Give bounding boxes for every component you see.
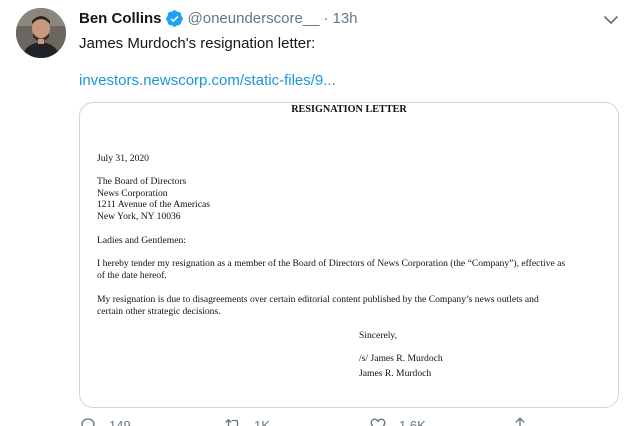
media-card[interactable]: RESIGNATION LETTER July 31, 2020 The Boa… bbox=[79, 102, 619, 408]
share-button[interactable] bbox=[511, 416, 529, 426]
separator-dot: · bbox=[323, 9, 329, 27]
letter-paragraph-line: certain other strategic decisions. bbox=[97, 305, 221, 317]
tweet-header: Ben Collins @oneunderscore__ · 13h bbox=[79, 8, 358, 28]
tweet[interactable]: Ben Collins @oneunderscore__ · 13h James… bbox=[0, 0, 640, 426]
letter-address-line: News Corporation bbox=[97, 187, 168, 199]
letter-date: July 31, 2020 bbox=[97, 153, 149, 164]
letter-signer: James R. Murdoch bbox=[359, 368, 432, 379]
reply-icon bbox=[81, 418, 95, 426]
share-icon bbox=[513, 417, 527, 426]
chevron-down-icon[interactable] bbox=[604, 12, 618, 24]
letter-address-line: 1211 Avenue of the Americas bbox=[97, 199, 210, 210]
letter-paragraph-line: of the date hereof. bbox=[97, 269, 167, 281]
letter-paragraph-line: I hereby tender my resignation as a memb… bbox=[97, 258, 566, 269]
author-handle[interactable]: @oneunderscore__ bbox=[188, 10, 320, 27]
avatar[interactable] bbox=[16, 8, 66, 58]
retweet-icon bbox=[225, 419, 239, 426]
retweet-count: 1K bbox=[254, 417, 270, 426]
like-button[interactable]: 1.6K bbox=[369, 416, 426, 426]
author-name[interactable]: Ben Collins bbox=[79, 10, 162, 27]
heart-icon bbox=[370, 418, 386, 426]
like-count: 1.6K bbox=[399, 417, 426, 426]
letter-signature: /s/ James R. Murdoch bbox=[359, 353, 443, 364]
letter-closing: Sincerely, bbox=[359, 330, 398, 341]
verified-badge-icon bbox=[165, 9, 184, 28]
reply-count: 149 bbox=[109, 417, 131, 426]
tweet-link[interactable]: investors.newscorp.com/static-files/9... bbox=[79, 72, 336, 89]
tweet-text: James Murdoch's resignation letter: bbox=[79, 35, 316, 52]
letter-heading: RESIGNATION LETTER bbox=[291, 104, 407, 115]
retweet-button[interactable]: 1K bbox=[224, 416, 270, 426]
reply-button[interactable]: 149 bbox=[79, 416, 131, 426]
letter-address-line: New York, NY 10036 bbox=[97, 210, 181, 222]
letter-paragraph-line: My resignation is due to disagreements o… bbox=[97, 294, 539, 305]
timestamp[interactable]: 13h bbox=[333, 10, 358, 27]
letter-image: RESIGNATION LETTER July 31, 2020 The Boa… bbox=[80, 103, 618, 407]
tweet-actions: 149 1K 1.6K bbox=[79, 416, 619, 426]
letter-salutation: Ladies and Gentlemen: bbox=[97, 235, 186, 246]
letter-address-line: The Board of Directors bbox=[97, 176, 187, 187]
avatar-image bbox=[16, 8, 66, 58]
